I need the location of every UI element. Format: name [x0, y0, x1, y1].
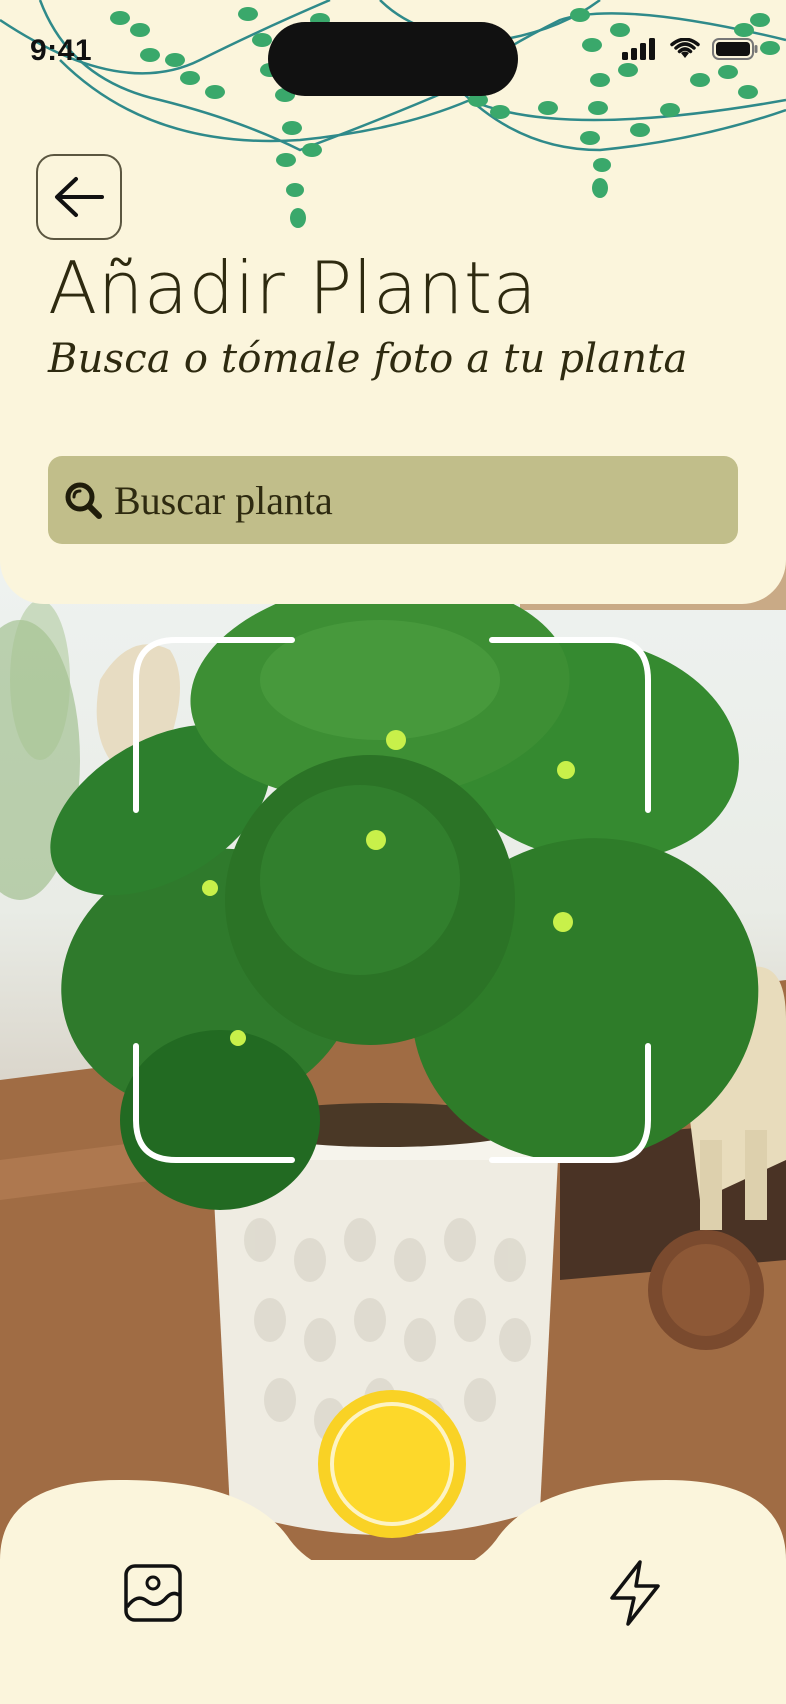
arrow-left-icon — [55, 177, 104, 217]
signal-icon — [622, 38, 655, 60]
add-plant-screen: 9:41 Añadir Planta Busca o tómale foto a… — [0, 0, 786, 1704]
dynamic-island — [268, 22, 518, 96]
gallery-icon — [124, 1564, 182, 1622]
search-placeholder: Buscar planta — [114, 477, 333, 523]
search-input[interactable]: Buscar planta — [48, 456, 738, 544]
page-title: Añadir Planta — [48, 246, 538, 330]
wifi-icon — [670, 38, 700, 58]
status-bar: 9:41 — [0, 0, 786, 100]
shutter-inner-ring — [330, 1402, 454, 1526]
status-time: 9:41 — [30, 34, 93, 67]
search-icon — [62, 479, 104, 521]
battery-icon — [712, 38, 758, 60]
page-subtitle: Busca o tómale foto a tu planta — [48, 336, 688, 382]
gallery-button[interactable] — [120, 1560, 186, 1626]
back-button[interactable] — [36, 154, 122, 240]
flash-button[interactable] — [604, 1556, 666, 1630]
flash-icon — [610, 1560, 660, 1626]
status-icons — [622, 38, 758, 60]
shutter-button[interactable] — [318, 1390, 466, 1538]
